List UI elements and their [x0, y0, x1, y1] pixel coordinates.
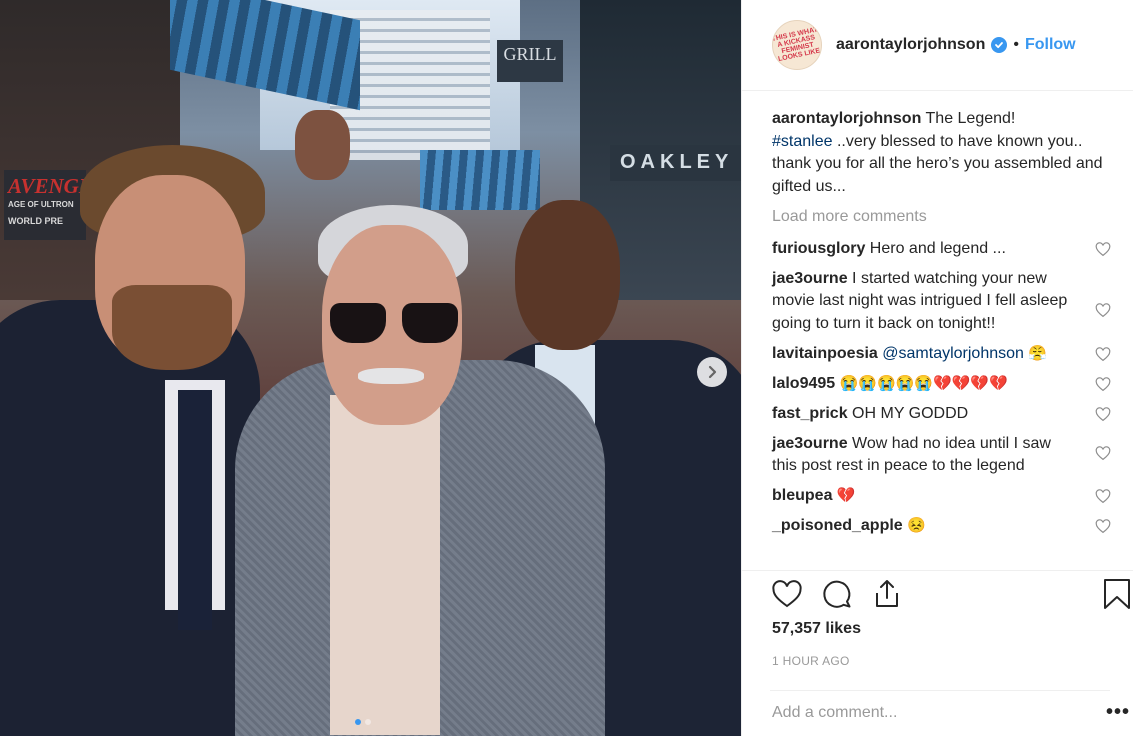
add-comment-divider [770, 690, 1110, 691]
post-side-panel: THIS IS WHAT A KICKASS FEMINIST LOOKS LI… [741, 0, 1133, 736]
post-timestamp[interactable]: 1 HOUR AGO [772, 654, 850, 668]
share-icon[interactable] [870, 577, 904, 611]
like-comment-heart-icon[interactable] [1094, 487, 1112, 505]
like-comment-heart-icon[interactable] [1094, 444, 1112, 462]
comment-username[interactable]: jae3ourne [772, 270, 848, 287]
avengers-sign-subtitle: AGE OF ULTRON [8, 200, 74, 209]
person-left-beard [112, 285, 232, 370]
comment: _poisoned_apple 😣 [772, 515, 1112, 538]
comment-username[interactable]: furiousglory [772, 240, 865, 257]
carousel-dot-active [355, 719, 361, 725]
comments-list: aarontaylorjohnson The Legend! #stanlee … [772, 108, 1112, 545]
comment: jae3ourne I started watching your new mo… [772, 268, 1112, 336]
post-actions [770, 577, 1132, 615]
follow-button[interactable]: Follow [1025, 36, 1076, 54]
caption-username[interactable]: aarontaylorjohnson [772, 110, 921, 127]
like-comment-heart-icon[interactable] [1094, 345, 1112, 363]
like-comment-heart-icon[interactable] [1094, 301, 1112, 319]
comment-emoji: 😭😭😭😭😭💔💔💔💔 [839, 374, 1008, 392]
like-comment-heart-icon[interactable] [1094, 517, 1112, 535]
header-separator: • [1013, 36, 1019, 53]
carousel-next-button[interactable] [697, 357, 727, 387]
avatar-logo-text: THIS IS WHAT A KICKASS FEMINIST LOOKS LI… [772, 26, 821, 64]
add-comment-input[interactable] [772, 700, 1072, 726]
carousel-dot [365, 719, 371, 725]
bookmark-icon[interactable] [1100, 577, 1133, 611]
avengers-sign-title: AVENGERS [8, 174, 119, 198]
photo-awning-2 [420, 150, 540, 210]
comment-bubble-icon[interactable] [820, 577, 854, 611]
comment-username[interactable]: bleupea [772, 487, 832, 504]
person-center-sunglasses [330, 303, 458, 343]
chevron-right-icon [708, 365, 717, 379]
caption-hashtag[interactable]: #stanlee [772, 133, 833, 150]
comment: furiousglory Hero and legend ... [772, 238, 1112, 261]
author-username[interactable]: aarontaylorjohnson [836, 36, 985, 54]
post-caption: aarontaylorjohnson The Legend! #stanlee … [772, 108, 1112, 198]
comment-username[interactable]: lalo9495 [772, 375, 835, 392]
verified-badge-icon [991, 37, 1008, 53]
person-center-mustache [358, 368, 424, 384]
comment-text: Hero and legend ... [869, 239, 1006, 257]
load-more-comments-button[interactable]: Load more comments [772, 206, 1112, 229]
carousel-dots [355, 719, 371, 725]
person-left-tie [178, 390, 212, 630]
like-comment-heart-icon[interactable] [1094, 405, 1112, 423]
post-header: THIS IS WHAT A KICKASS FEMINIST LOOKS LI… [742, 0, 1133, 91]
comment-username[interactable]: fast_prick [772, 405, 848, 422]
like-comment-heart-icon[interactable] [1094, 240, 1112, 258]
actions-divider [742, 570, 1133, 571]
comment: fast_prick OH MY GODDD [772, 403, 1112, 426]
like-heart-icon[interactable] [770, 577, 804, 611]
comment: lavitainpoesia @samtaylorjohnson 😤 [772, 343, 1112, 366]
comment-username[interactable]: _poisoned_apple [772, 517, 903, 534]
grill-sign: GRILL [497, 40, 563, 82]
avengers-sign: AVENGERS AGE OF ULTRON WORLD PRE [4, 170, 119, 240]
person-center-shirt [330, 395, 440, 735]
oakley-sign: OAKLEY [610, 145, 741, 181]
comment-username[interactable]: jae3ourne [772, 435, 848, 452]
more-options-icon[interactable]: ••• [1106, 702, 1130, 722]
comment-username[interactable]: lavitainpoesia [772, 345, 878, 362]
comment: lalo9495 😭😭😭😭😭💔💔💔💔 [772, 373, 1112, 396]
person-right-raised-hand [295, 110, 350, 180]
likes-count[interactable]: 57,357 likes [772, 620, 861, 638]
comment-mention[interactable]: @samtaylorjohnson [882, 345, 1024, 362]
post-photo[interactable]: AVENGERS AGE OF ULTRON WORLD PRE GRILL O… [0, 0, 741, 736]
avengers-sign-premiere: WORLD PRE [8, 216, 63, 226]
comment: jae3ourne Wow had no idea until I saw th… [772, 433, 1112, 478]
comment: bleupea 💔 [772, 485, 1112, 508]
comment-emoji: 💔 [836, 487, 856, 504]
avatar[interactable]: THIS IS WHAT A KICKASS FEMINIST LOOKS LI… [772, 20, 822, 70]
comment-emoji: 😤 [1028, 344, 1048, 362]
caption-text: The Legend! [925, 110, 1016, 127]
comment-text: OH MY GODDD [852, 404, 969, 422]
like-comment-heart-icon[interactable] [1094, 375, 1112, 393]
person-right-head [515, 200, 620, 350]
comment-emoji: 😣 [907, 517, 926, 534]
